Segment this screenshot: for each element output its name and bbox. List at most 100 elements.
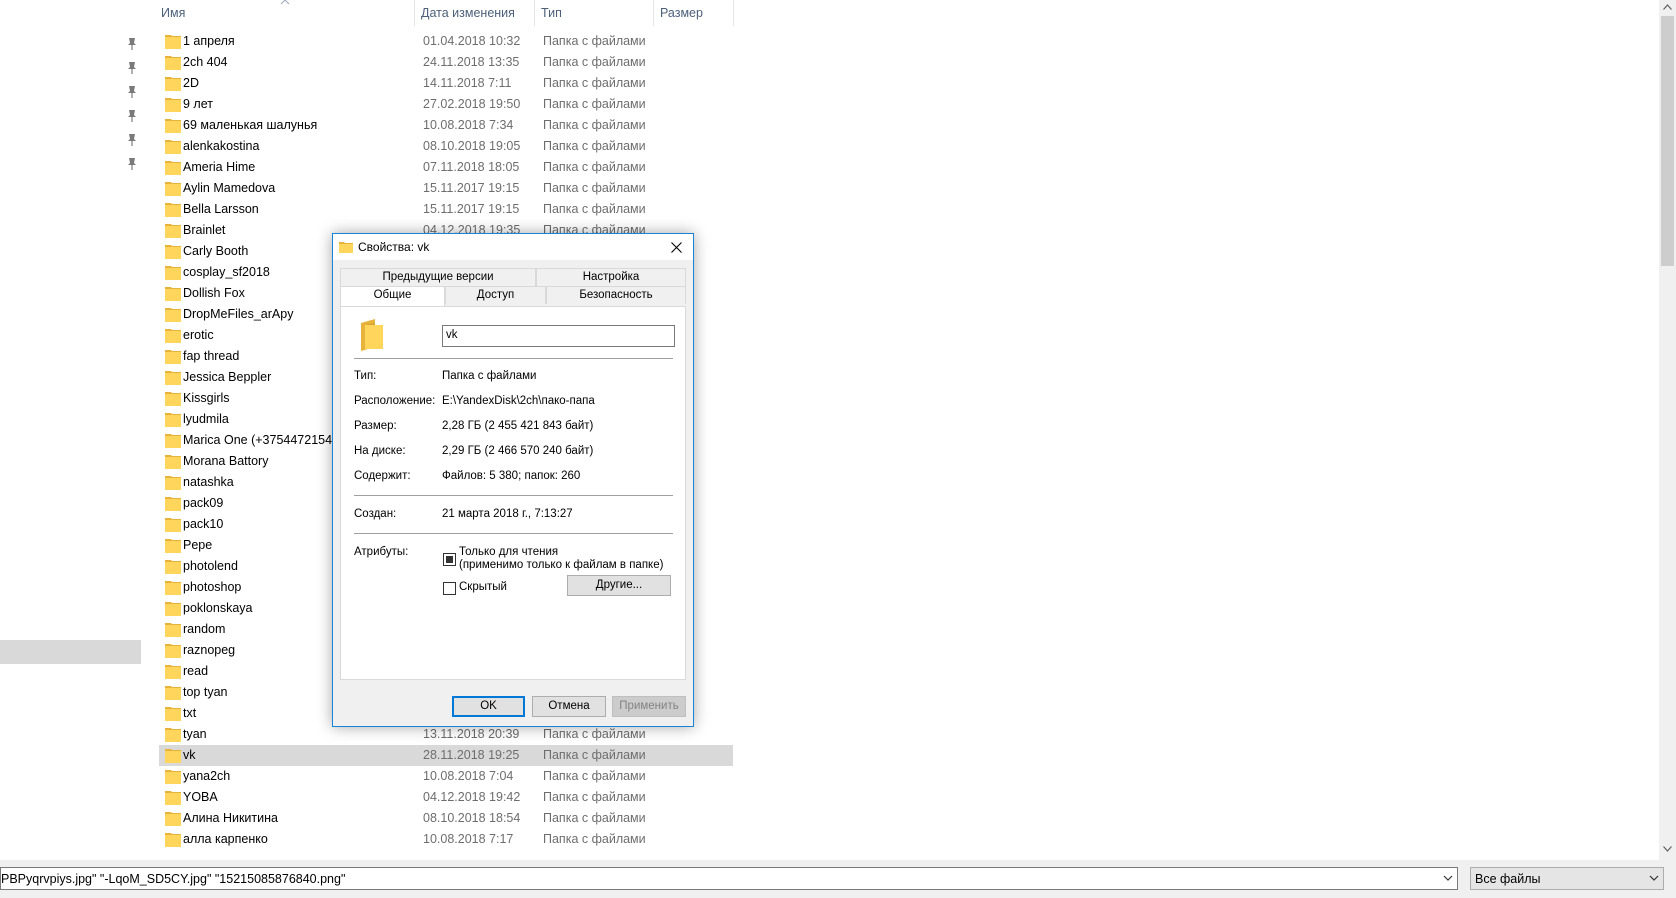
column-size[interactable]: Размер [660,0,703,26]
tab-customize[interactable]: Настройка [536,268,686,286]
file-row[interactable]: vk 28.11.2018 19:25 Папка с файлами [159,745,733,766]
type-label: Тип: [354,370,377,382]
column-type[interactable]: Тип [541,0,562,26]
scroll-down-icon[interactable] [1663,846,1672,852]
folder-name-input[interactable]: vk [442,325,675,347]
chevron-down-icon[interactable] [1649,873,1659,883]
tab-sharing[interactable]: Доступ [445,286,546,304]
file-type: Папка с файлами [543,202,646,216]
file-row[interactable]: YOBA 04.12.2018 19:42 Папка с файлами [159,787,733,808]
tab-previous-versions[interactable]: Предыдущие версии [340,268,536,286]
file-row[interactable]: tyan 13.11.2018 20:39 Папка с файлами [159,724,733,745]
folder-icon [165,791,181,805]
scroll-up-icon[interactable] [1663,4,1672,10]
pin-icon[interactable] [126,37,138,51]
file-type: Папка с файлами [543,55,646,69]
file-name: Brainlet [183,223,226,237]
pin-icon[interactable] [126,61,138,75]
file-row[interactable]: 2D 14.11.2018 7:11 Папка с файлами [159,73,733,94]
column-divider[interactable] [534,0,535,26]
location-value: E:\YandexDisk\2ch\пако-папа [442,395,595,407]
column-divider[interactable] [653,0,654,26]
file-name: txt [183,706,197,720]
folder-icon [165,140,181,154]
readonly-checkbox[interactable] [443,553,456,566]
advanced-attributes-button[interactable]: Другие... [567,575,671,596]
folder-icon [165,161,181,175]
tab-general[interactable]: Общие [340,286,445,306]
file-name: yana2ch [183,769,231,783]
file-row[interactable]: 69 маленькая шалунья 10.08.2018 7:34 Папка… [159,115,733,136]
column-name[interactable]: Имя [161,0,185,26]
file-date: 15.11.2017 19:15 [423,202,520,216]
file-name: lyudmila [183,412,229,426]
file-name: natashka [183,475,234,489]
general-tab-panel: vk Тип: Папка с файлами Расположение: E:… [340,306,686,680]
filename-input[interactable]: PBPyqrvpiys.jpg" "-LqoM_SD5CY.jpg" "1521… [0,867,1458,890]
file-name: 9 лет [183,97,213,111]
navigation-pane [0,0,141,860]
file-row[interactable]: yana2ch 10.08.2018 7:04 Папка с файлами [159,766,733,787]
file-type: Папка с файлами [543,97,646,111]
tab-label: Доступ [476,289,515,301]
file-name: 69 маленькая шалунья [183,118,318,132]
file-row[interactable]: Bella Larsson 15.11.2017 19:15 Папка с фай… [159,199,733,220]
file-row[interactable]: алла карпенко 10.08.2018 7:17 Папка с файл… [159,829,733,850]
folder-icon [165,749,181,763]
file-date: 28.11.2018 19:25 [423,748,520,762]
properties-dialog: Свойства: vk Предыдущие версии Настройка… [332,233,694,727]
file-name: top tyan [183,685,228,699]
chevron-down-icon[interactable] [1443,873,1453,883]
hidden-checkbox[interactable] [443,582,456,595]
file-name: Aylin Mamedova [183,181,276,195]
folder-icon [165,413,181,427]
folder-icon [165,518,181,532]
file-row[interactable]: Aylin Mamedova 15.11.2017 19:15 Папка с фа… [159,178,733,199]
folder-icon [165,476,181,490]
location-label: Расположение: [354,395,436,407]
pin-icon[interactable] [126,157,138,171]
file-type: Папка с файлами [543,790,646,804]
file-name: Pepe [183,538,213,552]
folder-icon [165,266,181,280]
button-label: OK [480,700,497,712]
button-label: Отмена [548,700,590,712]
file-name: read [183,664,209,678]
folder-icon [165,329,181,343]
folder-icon [165,119,181,133]
pin-icon[interactable] [126,133,138,147]
file-date: 07.11.2018 18:05 [423,160,520,174]
apply-button[interactable]: Применить [612,696,686,717]
created-value: 21 марта 2018 г., 7:13:27 [442,508,573,520]
column-divider[interactable] [414,0,415,26]
scrollbar-thumb[interactable] [1661,16,1674,266]
file-type: Папка с файлами [543,181,646,195]
nav-selected-item[interactable] [0,640,141,664]
file-row[interactable]: 2ch 404 24.11.2018 13:35 Папка с файлами [159,52,733,73]
file-date: 10.08.2018 7:04 [423,769,514,783]
column-date[interactable]: Дата изменения [421,0,515,26]
button-label: Другие... [595,579,643,591]
pin-icon[interactable] [126,109,138,123]
file-name: random [183,622,226,636]
ok-button[interactable]: OK [452,696,525,717]
file-row[interactable]: Алина Никитина 08.10.2018 18:54 Папка с фа… [159,808,733,829]
filetype-select[interactable]: Все файлы [1470,867,1664,890]
file-row[interactable]: 9 лет 27.02.2018 19:50 Папка с файлами [159,94,733,115]
tab-security[interactable]: Безопасность [546,286,686,304]
folder-icon [165,644,181,658]
file-row[interactable]: Ameria Hime 07.11.2018 18:05 Папка с файла… [159,157,733,178]
pin-icon[interactable] [126,85,138,99]
column-divider[interactable] [733,0,734,26]
dialog-titlebar[interactable]: Свойства: vk [333,234,693,260]
file-type: Папка с файлами [543,139,646,153]
file-name: Ameria Hime [183,160,256,174]
file-name: 2ch 404 [183,55,228,69]
file-row[interactable]: alenkakostina 08.10.2018 19:05 Папка с фай… [159,136,733,157]
readonly-note: (применимо только к файлам в папке) [459,559,664,571]
file-date: 10.08.2018 7:34 [423,118,514,132]
file-row[interactable]: 1 апреля 01.04.2018 10:32 Папка с файлами [159,31,733,52]
cancel-button[interactable]: Отмена [532,696,606,717]
folder-icon [165,245,181,259]
close-button[interactable] [659,234,693,260]
